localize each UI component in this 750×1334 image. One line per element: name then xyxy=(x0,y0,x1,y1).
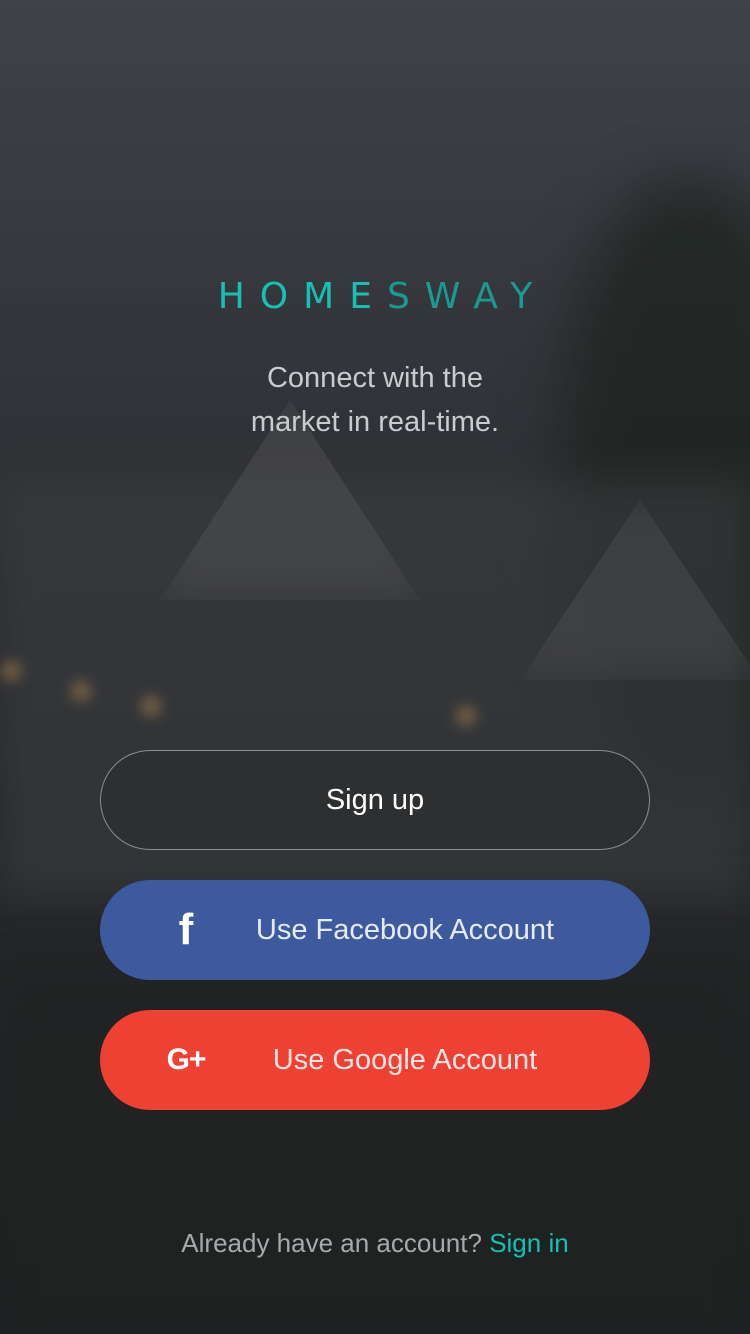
facebook-login-label: Use Facebook Account xyxy=(255,913,555,946)
logo-part-sway: SWAY xyxy=(386,276,548,317)
google-login-button[interactable]: G+ Use Google Account xyxy=(100,1010,650,1110)
welcome-screen: HOMESWAY Connect with the market in real… xyxy=(0,0,750,1334)
sign-in-prompt-text: Already have an account? xyxy=(181,1228,482,1258)
facebook-login-button[interactable]: f Use Facebook Account xyxy=(100,880,650,980)
tagline-line-2: market in real-time. xyxy=(250,406,500,438)
tagline-line-1: Connect with the xyxy=(266,362,483,394)
sign-up-label: Sign up xyxy=(325,783,425,816)
tagline: Connect with the market in real-time. xyxy=(0,356,750,444)
sign-in-prompt: Already have an account? Sign in xyxy=(0,1228,750,1259)
google-plus-icon: G+ xyxy=(166,1043,207,1076)
logo-part-home: HOME xyxy=(217,276,387,317)
sign-up-button[interactable]: Sign up xyxy=(100,750,650,850)
sign-in-link[interactable]: Sign in xyxy=(489,1228,569,1258)
google-login-label: Use Google Account xyxy=(272,1043,538,1076)
facebook-icon: f xyxy=(178,905,194,954)
app-logo: HOMESWAY xyxy=(0,276,750,317)
